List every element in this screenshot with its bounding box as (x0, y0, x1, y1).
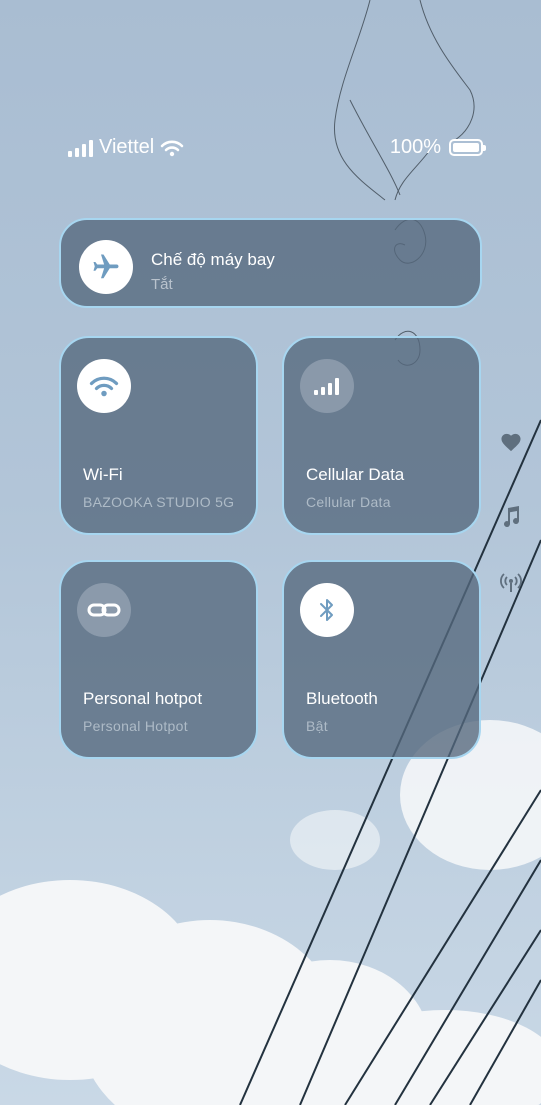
battery-percent: 100% (389, 136, 441, 158)
heart-icon[interactable] (498, 432, 524, 452)
wifi-network-name: BAZOOKA STUDIO 5G (83, 494, 235, 510)
broadcast-icon[interactable] (498, 572, 524, 594)
bluetooth-icon (320, 599, 333, 621)
power-lines (239, 0, 541, 1105)
airplane-mode-toggle[interactable]: Chế độ máy bay Tắt (59, 218, 482, 308)
battery-icon (449, 139, 486, 156)
bluetooth-tile[interactable]: Bluetooth Bật (282, 560, 481, 759)
airplane-icon (93, 254, 119, 279)
battery-group: 100% (389, 136, 486, 159)
bluetooth-status: Bật (306, 718, 328, 734)
wifi-icon (89, 376, 119, 397)
bluetooth-title: Bluetooth (306, 689, 378, 708)
status-bar: Viettel 100% (0, 136, 541, 164)
battery-fill (453, 143, 479, 152)
cellular-bars-icon (314, 378, 339, 395)
link-icon (87, 603, 121, 617)
airplane-mode-title: Chế độ máy bay (151, 250, 275, 269)
cellular-title: Cellular Data (306, 465, 405, 484)
personal-hotspot-tile[interactable]: Personal hotpot Personal Hotpot (59, 560, 258, 759)
cellular-icon-circle (300, 359, 354, 413)
wallpaper (0, 0, 541, 1105)
wifi-icon-circle (77, 359, 131, 413)
carrier-name: Viettel (99, 136, 155, 158)
hotspot-icon-circle (77, 583, 131, 637)
wifi-tile[interactable]: Wi-Fi BAZOOKA STUDIO 5G (59, 336, 258, 535)
hotspot-title: Personal hotpot (83, 689, 203, 708)
carrier-group: Viettel (68, 136, 184, 159)
cellular-data-tile[interactable]: Cellular Data Cellular Data (282, 336, 481, 535)
wifi-status-icon (160, 140, 184, 156)
bluetooth-icon-circle (300, 583, 354, 637)
airplane-icon-circle (79, 240, 133, 294)
signal-strength-icon (68, 139, 93, 157)
hotspot-subtitle: Personal Hotpot (83, 718, 188, 734)
wifi-title: Wi-Fi (83, 465, 123, 484)
airplane-mode-status: Tắt (151, 276, 173, 293)
cellular-subtitle: Cellular Data (306, 494, 391, 510)
music-note-icon[interactable] (498, 505, 524, 529)
